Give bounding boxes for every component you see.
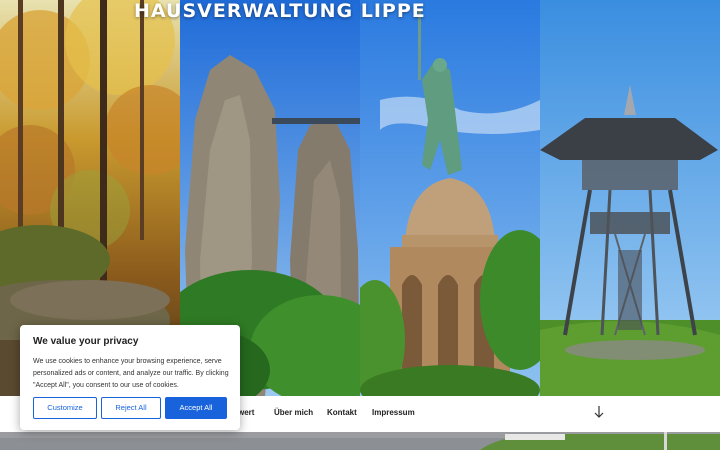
nav-item-kontakt[interactable]: Kontakt	[327, 408, 357, 417]
hero-image-monument	[360, 0, 540, 396]
customize-button[interactable]: Customize	[33, 397, 97, 419]
reject-all-button[interactable]: Reject All	[101, 397, 161, 419]
section-image	[0, 432, 720, 450]
nav-item-ueber-mich[interactable]: Über mich	[274, 408, 313, 417]
arrow-down-icon[interactable]	[593, 405, 605, 419]
nav-item-impressum[interactable]: Impressum	[372, 408, 415, 417]
cookie-banner-title: We value your privacy	[33, 336, 139, 347]
site-title[interactable]: HAUSVERWALTUNG LIPPE	[134, 0, 426, 22]
cookie-consent-banner: We value your privacy We use cookies to …	[20, 325, 240, 430]
hero-image-tower	[540, 0, 720, 396]
cookie-buttons: Customize Reject All Accept All	[33, 397, 227, 419]
accept-all-button[interactable]: Accept All	[165, 397, 227, 419]
cookie-banner-text: We use cookies to enhance your browsing …	[33, 358, 229, 389]
nav-item-wert[interactable]: wert	[238, 408, 254, 417]
